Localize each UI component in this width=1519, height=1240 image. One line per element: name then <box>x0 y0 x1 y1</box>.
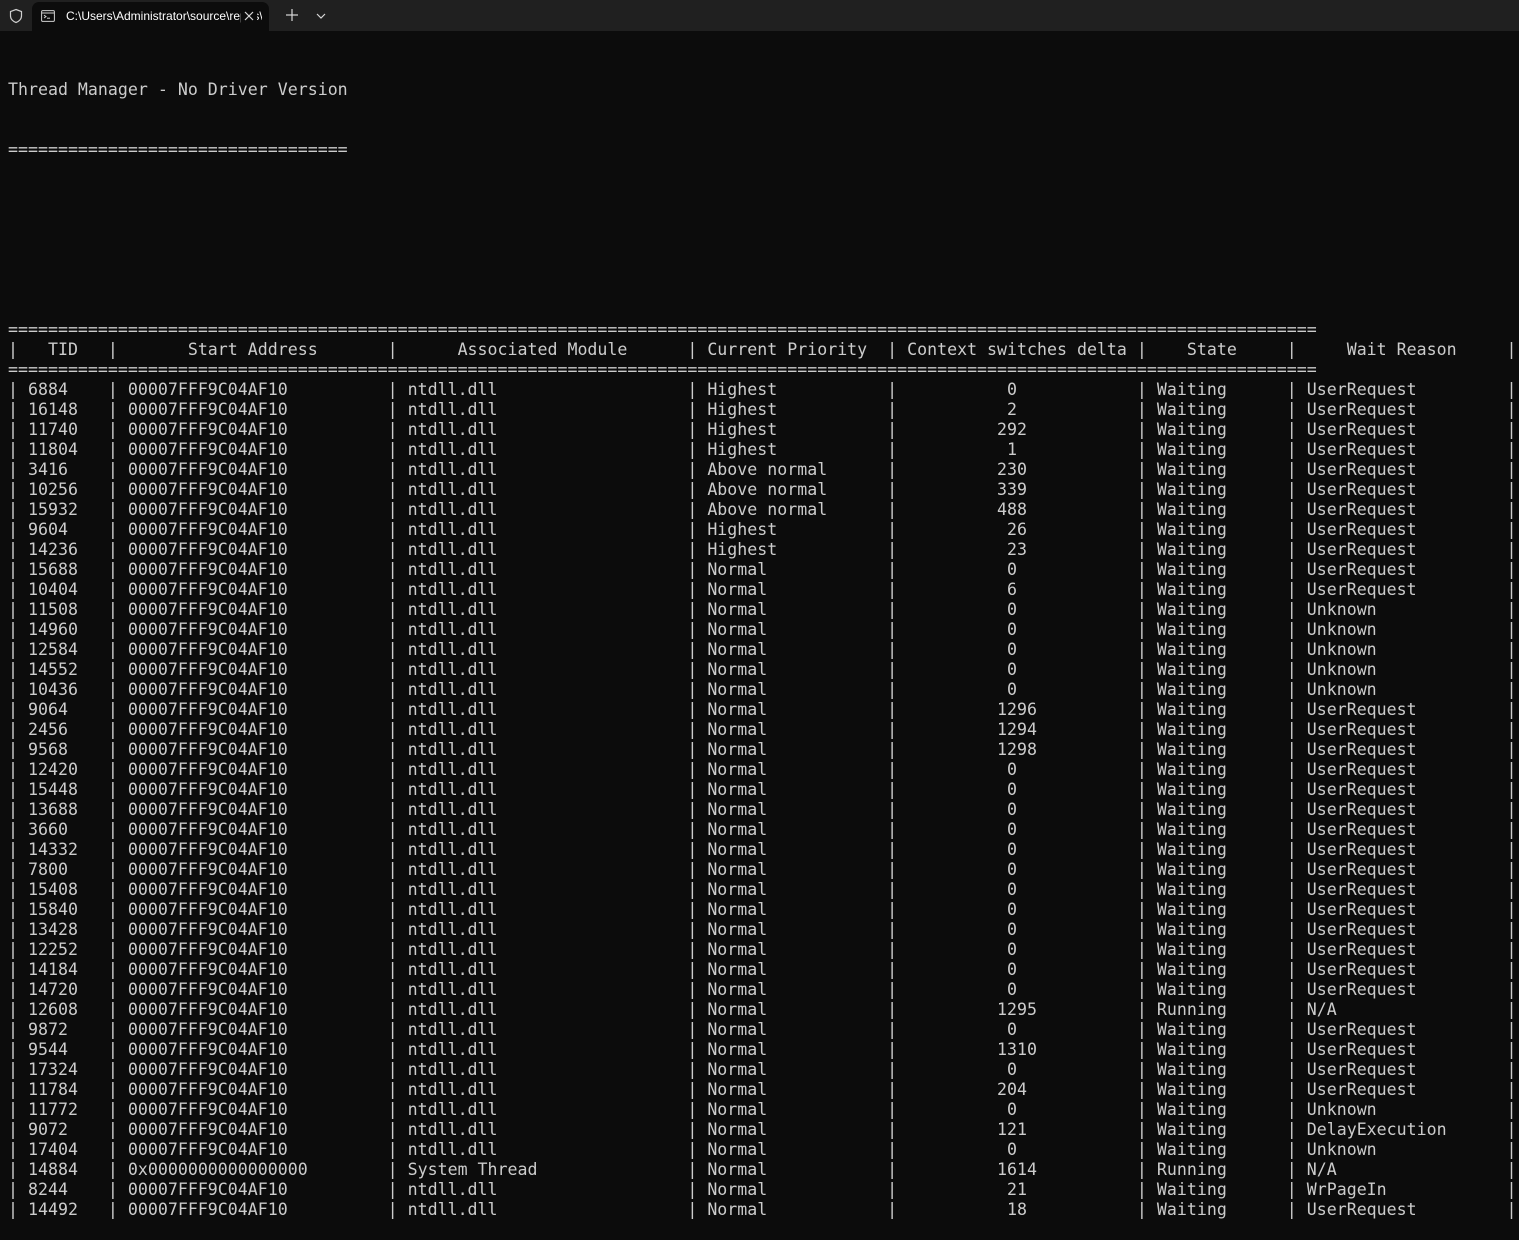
table-row: | 14236 | 00007FFF9C04AF10 | ntdll.dll |… <box>8 540 1517 559</box>
table-row: | 11508 | 00007FFF9C04AF10 | ntdll.dll |… <box>8 600 1517 619</box>
table-separator: ========================================… <box>8 360 1317 379</box>
terminal-title: Thread Manager - No Driver Version <box>8 80 348 99</box>
table-row: | 14332 | 00007FFF9C04AF10 | ntdll.dll |… <box>8 840 1517 859</box>
thread-table: ========================================… <box>8 320 1517 1220</box>
table-row: | 9064 | 00007FFF9C04AF10 | ntdll.dll | … <box>8 700 1517 719</box>
table-row: | 14960 | 00007FFF9C04AF10 | ntdll.dll |… <box>8 620 1517 639</box>
table-row: | 11784 | 00007FFF9C04AF10 | ntdll.dll |… <box>8 1080 1517 1099</box>
close-icon[interactable] <box>241 8 257 24</box>
table-row: | 16148 | 00007FFF9C04AF10 | ntdll.dll |… <box>8 400 1517 419</box>
table-row: | 15688 | 00007FFF9C04AF10 | ntdll.dll |… <box>8 560 1517 579</box>
table-row: | 9568 | 00007FFF9C04AF10 | ntdll.dll | … <box>8 740 1517 759</box>
table-row: | 2456 | 00007FFF9C04AF10 | ntdll.dll | … <box>8 720 1517 739</box>
terminal-icon <box>41 9 55 23</box>
plus-icon[interactable] <box>283 6 301 24</box>
table-row: | 14720 | 00007FFF9C04AF10 | ntdll.dll |… <box>8 980 1517 999</box>
table-row: | 12608 | 00007FFF9C04AF10 | ntdll.dll |… <box>8 1000 1517 1019</box>
table-row: | 9072 | 00007FFF9C04AF10 | ntdll.dll | … <box>8 1120 1517 1139</box>
table-row: | 10256 | 00007FFF9C04AF10 | ntdll.dll |… <box>8 480 1517 499</box>
chevron-down-icon[interactable] <box>313 8 329 24</box>
table-row: | 13428 | 00007FFF9C04AF10 | ntdll.dll |… <box>8 920 1517 939</box>
table-header: | TID | Start Address | Associated Modul… <box>8 340 1517 359</box>
table-row: | 10404 | 00007FFF9C04AF10 | ntdll.dll |… <box>8 580 1517 599</box>
terminal-output[interactable]: Thread Manager - No Driver Version =====… <box>8 40 1517 1240</box>
table-row: | 14492 | 00007FFF9C04AF10 | ntdll.dll |… <box>8 1200 1517 1219</box>
table-row: | 12420 | 00007FFF9C04AF10 | ntdll.dll |… <box>8 760 1517 779</box>
table-row: | 11772 | 00007FFF9C04AF10 | ntdll.dll |… <box>8 1100 1517 1119</box>
shield-icon[interactable] <box>8 8 24 24</box>
table-row: | 15448 | 00007FFF9C04AF10 | ntdll.dll |… <box>8 780 1517 799</box>
table-row: | 15840 | 00007FFF9C04AF10 | ntdll.dll |… <box>8 900 1517 919</box>
table-row: | 11740 | 00007FFF9C04AF10 | ntdll.dll |… <box>8 420 1517 439</box>
tab-terminal[interactable]: C:\Users\Administrator\source\repos\Thre… <box>32 2 269 31</box>
table-row: | 13688 | 00007FFF9C04AF10 | ntdll.dll |… <box>8 800 1517 819</box>
table-row: | 15408 | 00007FFF9C04AF10 | ntdll.dll |… <box>8 880 1517 899</box>
table-row: | 17404 | 00007FFF9C04AF10 | ntdll.dll |… <box>8 1140 1517 1159</box>
table-row: | 15932 | 00007FFF9C04AF10 | ntdll.dll |… <box>8 500 1517 519</box>
table-row: | 9544 | 00007FFF9C04AF10 | ntdll.dll | … <box>8 1040 1517 1059</box>
table-separator: ========================================… <box>8 320 1317 339</box>
table-row: | 17324 | 00007FFF9C04AF10 | ntdll.dll |… <box>8 1060 1517 1079</box>
table-row: | 3660 | 00007FFF9C04AF10 | ntdll.dll | … <box>8 820 1517 839</box>
table-row: | 14884 | 0x0000000000000000 | System Th… <box>8 1160 1517 1179</box>
table-row: | 3416 | 00007FFF9C04AF10 | ntdll.dll | … <box>8 460 1517 479</box>
table-row: | 11804 | 00007FFF9C04AF10 | ntdll.dll |… <box>8 440 1517 459</box>
tab-bar: C:\Users\Administrator\source\repos\Thre… <box>0 0 1519 31</box>
title-underline: ================================== <box>8 140 348 159</box>
table-row: | 12252 | 00007FFF9C04AF10 | ntdll.dll |… <box>8 940 1517 959</box>
table-row: | 12584 | 00007FFF9C04AF10 | ntdll.dll |… <box>8 640 1517 659</box>
table-row: | 14552 | 00007FFF9C04AF10 | ntdll.dll |… <box>8 660 1517 679</box>
table-row: | 9872 | 00007FFF9C04AF10 | ntdll.dll | … <box>8 1020 1517 1039</box>
table-row: | 10436 | 00007FFF9C04AF10 | ntdll.dll |… <box>8 680 1517 699</box>
table-row: | 6884 | 00007FFF9C04AF10 | ntdll.dll | … <box>8 380 1517 399</box>
tab-title: C:\Users\Administrator\source\repos\Thre… <box>66 9 262 23</box>
table-row: | 8244 | 00007FFF9C04AF10 | ntdll.dll | … <box>8 1180 1517 1199</box>
table-row: | 14184 | 00007FFF9C04AF10 | ntdll.dll |… <box>8 960 1517 979</box>
table-row: | 9604 | 00007FFF9C04AF10 | ntdll.dll | … <box>8 520 1517 539</box>
table-row: | 7800 | 00007FFF9C04AF10 | ntdll.dll | … <box>8 860 1517 879</box>
